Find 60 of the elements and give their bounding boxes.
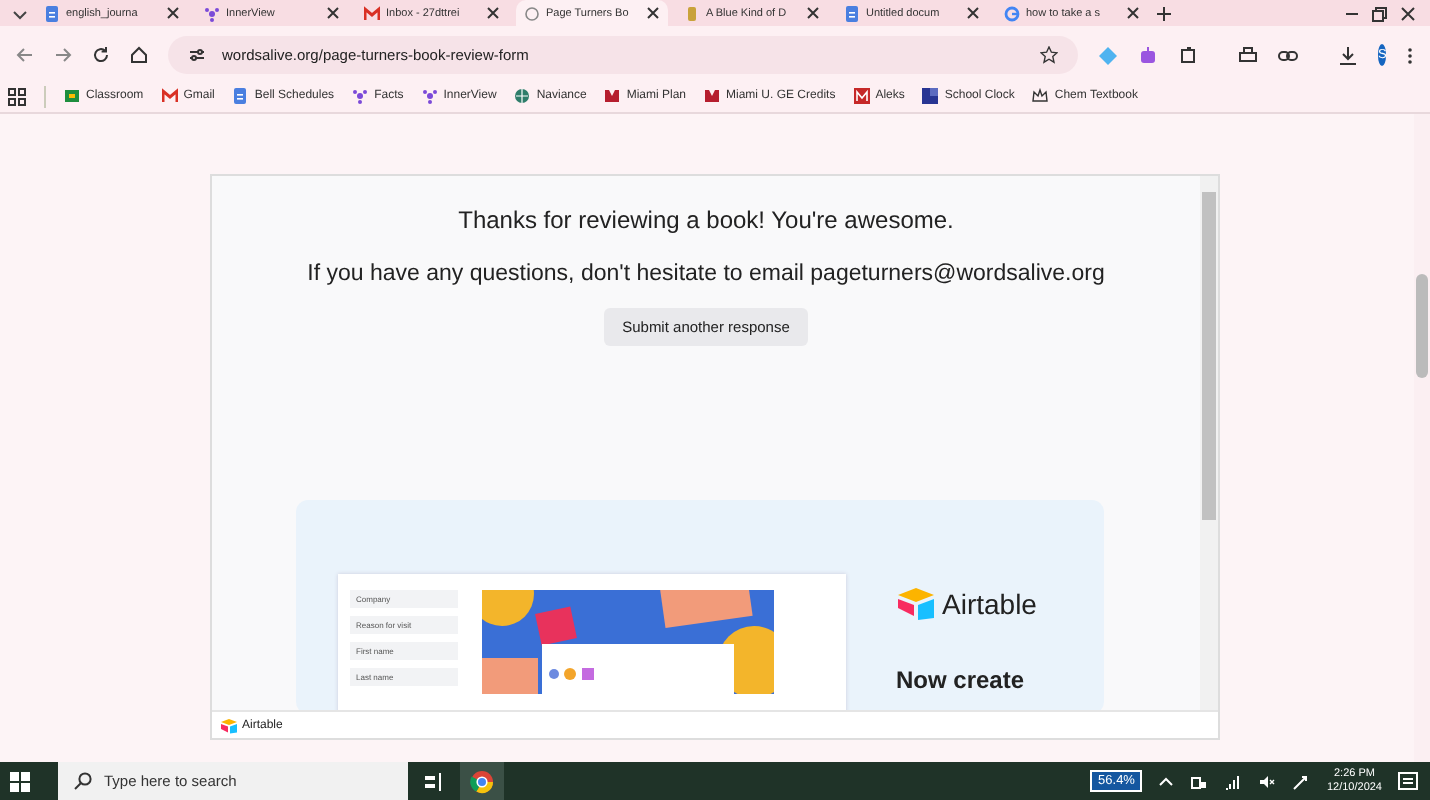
plus-icon[interactable] xyxy=(1156,5,1172,21)
scrollbar[interactable] xyxy=(1200,176,1218,710)
search-icon xyxy=(74,772,92,790)
circle-icon xyxy=(524,5,540,21)
forward-icon[interactable] xyxy=(54,46,72,64)
contact-text: If you have any questions, don't hesitate to email pageturners@wordsalive.org xyxy=(307,262,1105,286)
board-icon xyxy=(64,88,80,104)
star-icon[interactable] xyxy=(1040,46,1058,64)
browser-icon[interactable] xyxy=(470,769,494,793)
close-icon[interactable] xyxy=(486,6,500,20)
dots-icon xyxy=(421,88,438,104)
scrollbar[interactable] xyxy=(1414,114,1430,762)
close-icon[interactable] xyxy=(646,6,660,20)
letter-m-icon xyxy=(604,88,621,104)
brand-name: Airtable xyxy=(942,588,1037,620)
dots-icon xyxy=(204,5,220,21)
document-icon xyxy=(232,88,249,104)
pen-icon[interactable] xyxy=(1292,773,1311,789)
back-icon[interactable] xyxy=(16,46,34,64)
chevron-down-icon[interactable] xyxy=(12,5,28,21)
mail-icon xyxy=(161,88,178,104)
notifications-icon[interactable] xyxy=(1398,771,1418,791)
windows-icon[interactable] xyxy=(10,771,30,791)
more-icon[interactable] xyxy=(1406,45,1415,65)
logo-icon xyxy=(220,717,238,733)
document-icon xyxy=(844,5,860,21)
dots-icon xyxy=(352,88,369,104)
google-icon xyxy=(1004,5,1020,21)
logo-icon xyxy=(896,586,936,622)
thank-you-text: Thanks for reviewing a book! You're awesome. xyxy=(458,206,954,234)
network-icon[interactable] xyxy=(1190,773,1209,789)
close-icon[interactable] xyxy=(806,6,820,20)
wifi-icon[interactable] xyxy=(1224,773,1243,789)
extensions-icon[interactable] xyxy=(1178,45,1198,65)
task-view-icon[interactable] xyxy=(424,771,444,791)
close-icon[interactable] xyxy=(966,6,980,20)
close-icon[interactable] xyxy=(1398,5,1418,21)
link-icon[interactable] xyxy=(1278,45,1298,65)
letter-m-icon xyxy=(704,88,721,104)
letter-m-icon xyxy=(853,88,870,104)
mail-icon xyxy=(364,5,380,21)
close-icon[interactable] xyxy=(166,6,180,20)
print-icon[interactable] xyxy=(1238,45,1258,65)
restore-icon[interactable] xyxy=(1370,5,1390,21)
apps-icon[interactable] xyxy=(8,87,26,105)
robot-icon[interactable] xyxy=(1138,45,1158,65)
close-icon[interactable] xyxy=(326,6,340,20)
site-settings-icon[interactable] xyxy=(188,46,206,64)
chevron-up-icon[interactable] xyxy=(1158,773,1175,789)
document-icon xyxy=(44,5,60,21)
home-icon[interactable] xyxy=(130,46,148,64)
crown-icon xyxy=(1032,88,1049,104)
bookmark-icon xyxy=(684,5,700,21)
square-icon xyxy=(922,88,939,104)
download-icon[interactable] xyxy=(1338,45,1358,65)
promo-headline: Now create xyxy=(896,666,1027,694)
close-icon[interactable] xyxy=(1126,6,1140,20)
globe-icon xyxy=(514,88,531,104)
volume-icon[interactable] xyxy=(1258,773,1277,789)
reload-icon[interactable] xyxy=(92,46,110,64)
